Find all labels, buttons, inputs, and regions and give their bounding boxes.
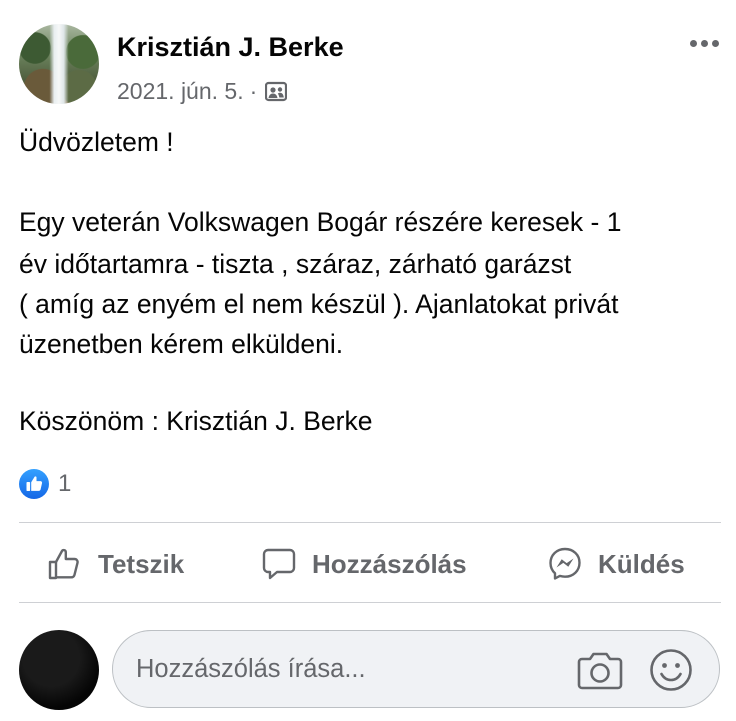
comment-placeholder: Hozzászólás írása... <box>136 655 366 683</box>
post-card: Krisztián J. Berke 2021. jún. 5. · Üdvöz… <box>0 0 736 721</box>
camera-icon[interactable] <box>576 648 624 692</box>
meta-separator: · <box>249 77 258 104</box>
comment-label: Hozzászólás <box>312 548 467 579</box>
post-meta: 2021. jún. 5. · <box>117 76 288 106</box>
like-reaction-icon <box>19 469 49 499</box>
like-button[interactable]: Tetszik <box>47 541 184 587</box>
post-body-line: ( amíg az enyém el nem készül ). Ajanlat… <box>19 289 619 319</box>
post-body-line: üzenetben kérem elküldeni. <box>19 329 344 359</box>
comment-bubble-icon <box>262 548 296 580</box>
divider <box>19 522 721 523</box>
members-group-icon <box>265 80 288 102</box>
reaction-count: 1 <box>58 470 72 497</box>
divider <box>19 602 721 603</box>
more-options-icon[interactable] <box>683 28 725 58</box>
post-closing: Köszönöm : Krisztián J. Berke <box>19 406 373 436</box>
post-body-line: év időtartamra - tiszta , száraz, zárhat… <box>19 249 572 279</box>
post-greeting: Üdvözletem ! <box>19 127 174 157</box>
comment-button[interactable]: Hozzászólás <box>261 541 467 587</box>
current-user-avatar[interactable] <box>19 630 99 710</box>
author-avatar[interactable] <box>19 24 99 104</box>
messenger-icon <box>549 547 581 580</box>
emoji-icon[interactable] <box>649 648 693 692</box>
like-label: Tetszik <box>98 548 185 579</box>
send-label: Küldés <box>598 548 685 579</box>
post-date[interactable]: 2021. jún. 5. <box>117 78 244 105</box>
author-name[interactable]: Krisztián J. Berke <box>117 32 344 63</box>
reactions-summary[interactable]: 1 <box>19 468 71 500</box>
thumbs-up-icon <box>48 548 79 580</box>
send-button[interactable]: Küldés <box>547 541 685 587</box>
comment-input[interactable]: Hozzászólás írása... <box>112 630 720 708</box>
post-body-line: Egy veterán Volkswagen Bogár részére ker… <box>19 207 622 237</box>
